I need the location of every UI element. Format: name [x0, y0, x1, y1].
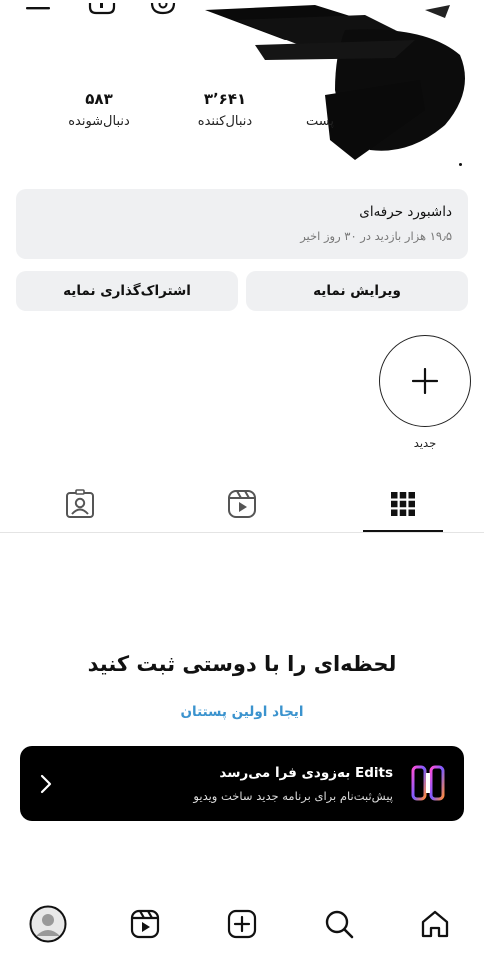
plus-icon — [412, 368, 438, 394]
home-icon — [421, 910, 449, 938]
dashboard-subtitle: ۱۹٫۵ هزار بازدید در ۳۰ روز اخیر — [300, 229, 452, 243]
profile-avatar-icon — [29, 905, 67, 943]
edits-banner-subtitle: پیش‌ثبت‌نام برای برنامه جدید ساخت ویدیو — [193, 789, 393, 803]
tab-grid[interactable] — [373, 482, 433, 526]
professional-dashboard-card[interactable]: داشبورد حرفه‌ای ۱۹٫۵ هزار بازدید در ۳۰ ر… — [16, 189, 468, 259]
small-dot — [459, 163, 462, 166]
reels-icon — [130, 909, 160, 939]
stat-label: پست — [306, 114, 334, 129]
grid-icon — [391, 492, 415, 516]
redacted-profile-area — [205, 5, 465, 160]
stat-label: دنبال‌کننده — [197, 114, 253, 129]
new-highlight-label: جدید — [413, 436, 437, 450]
tabs-divider — [0, 532, 484, 533]
nav-reels[interactable] — [121, 900, 169, 948]
nav-home[interactable] — [411, 900, 459, 948]
empty-state-title: لحظه‌ای را با دوستی ثبت کنید — [87, 652, 397, 676]
share-profile-button[interactable]: اشتراک‌گذاری نمایه — [16, 271, 238, 311]
stat-value: ۵۸۳ — [85, 90, 113, 108]
edits-banner[interactable]: Edits به‌زودی فرا می‌رسد پیش‌ثبت‌نام برا… — [20, 746, 464, 821]
edits-banner-title: Edits به‌زودی فرا می‌رسد — [219, 765, 393, 781]
nav-profile[interactable] — [24, 900, 72, 948]
chevron-right-icon — [40, 774, 52, 794]
dashboard-title: داشبورد حرفه‌ای — [359, 204, 452, 220]
at-sign-icon[interactable] — [150, 0, 178, 19]
stat-label: دنبال‌شونده — [68, 114, 130, 129]
search-icon — [325, 910, 354, 939]
menu-icon[interactable] — [26, 0, 52, 19]
nav-search[interactable] — [315, 900, 363, 948]
threads-icon[interactable] — [88, 0, 116, 19]
tab-tagged[interactable] — [50, 482, 110, 526]
edit-profile-button[interactable]: ویرایش نمایه — [246, 271, 468, 311]
create-icon — [227, 909, 257, 939]
stat-posts[interactable]: پست — [290, 90, 350, 129]
stat-value: ۳٬۶۴۱ — [203, 90, 247, 108]
active-tab-indicator — [363, 530, 443, 532]
edits-logo-icon — [411, 765, 445, 801]
tagged-icon — [66, 489, 94, 518]
new-highlight-button[interactable] — [379, 335, 471, 427]
create-first-post-link[interactable]: ایجاد اولین پستتان — [0, 704, 484, 720]
reels-icon — [228, 490, 256, 518]
stat-followers[interactable]: ۳٬۶۴۱ دنبال‌کننده — [180, 90, 270, 129]
tab-reels[interactable] — [212, 482, 272, 526]
stat-following[interactable]: ۵۸۳ دنبال‌شونده — [54, 90, 144, 129]
nav-create[interactable] — [218, 900, 266, 948]
